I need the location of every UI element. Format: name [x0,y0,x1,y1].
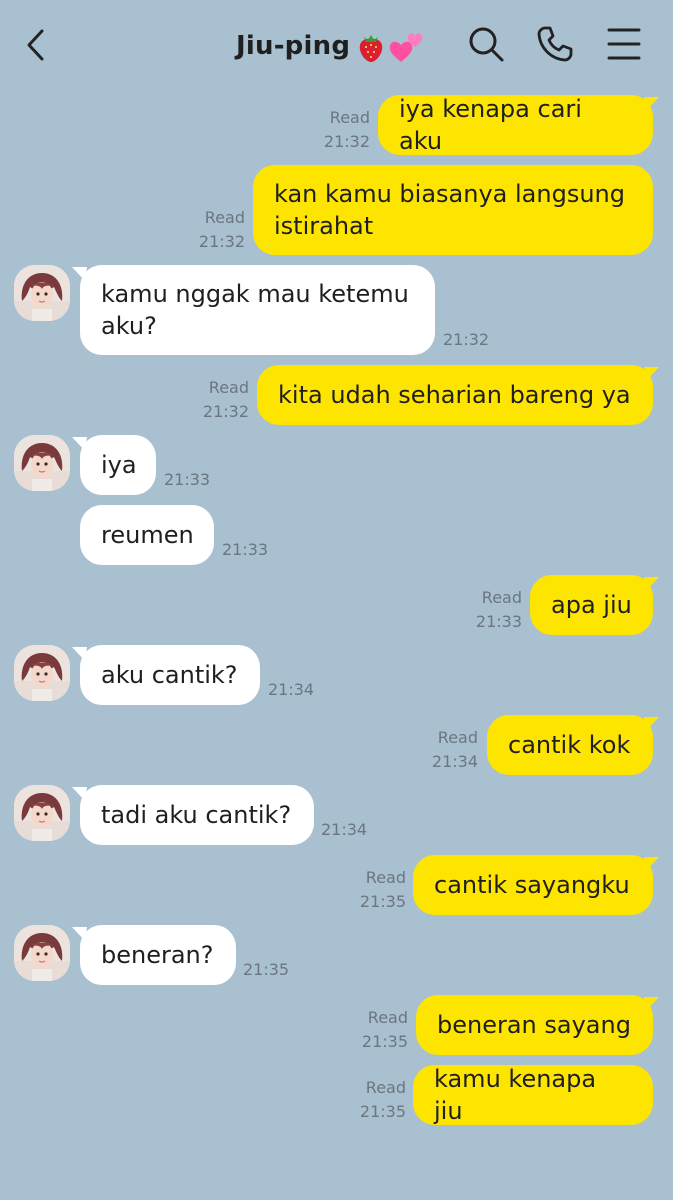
message-time: 21:33 [164,470,211,489]
search-icon[interactable] [466,24,506,64]
their-message-bubble[interactable]: reumen [80,505,214,565]
message-meta: Read 21:35 [360,866,406,914]
menu-icon[interactable] [604,24,644,64]
read-status: Read [329,108,370,127]
back-chevron-icon[interactable] [22,28,52,62]
my-message-bubble[interactable]: iya kenapa cari aku [378,95,653,155]
read-status: Read [365,868,406,887]
read-status: Read [208,378,249,397]
chat-title-text: Jiu-ping [236,31,351,61]
read-status: Read [437,728,478,747]
bubble-tail [644,577,659,591]
message-text: kamu kenapa jiu [434,1065,597,1125]
message-time: 21:33 [475,612,522,631]
read-status: Read [367,1008,408,1027]
message-text: kamu nggak mau ketemu aku? [101,280,409,340]
message-time: 21:33 [222,540,269,559]
my-message-bubble[interactable]: beneran sayang [416,995,653,1055]
contact-avatar[interactable] [14,785,70,841]
my-message-bubble[interactable]: apa jiu [530,575,653,635]
contact-avatar[interactable] [14,925,70,981]
message-time: 21:35 [361,1032,408,1051]
two-hearts-icon [388,30,426,64]
message-meta: Read 21:32 [199,206,245,254]
their-message-bubble[interactable]: kamu nggak mau ketemu aku? [80,265,435,355]
phone-icon[interactable] [535,24,575,64]
message-time: 21:35 [359,892,406,911]
my-message-bubble[interactable]: kamu kenapa jiu [413,1065,653,1125]
read-status: Read [481,588,522,607]
message-meta: Read 21:35 [362,1006,408,1054]
bubble-tail [644,367,659,381]
message-text: beneran? [101,941,214,969]
message-text: iya [101,451,137,479]
message-text: reumen [101,521,194,549]
contact-avatar[interactable] [14,435,70,491]
message-time: 21:35 [359,1102,406,1121]
message-time: 21:32 [198,232,245,251]
bubble-tail [644,97,659,111]
message-time: 21:32 [443,330,490,349]
message-text: apa jiu [551,591,632,619]
read-status: Read [365,1078,406,1097]
message-meta: Read 21:33 [476,586,522,634]
strawberry-icon [356,31,386,63]
chat-header: Jiu-ping [0,0,673,90]
message-text: cantik kok [508,731,631,759]
contact-avatar[interactable] [14,265,70,321]
contact-avatar[interactable] [14,645,70,701]
message-meta: Read 21:32 [203,376,249,424]
message-time: 21:34 [321,820,368,839]
message-time: 21:35 [243,960,290,979]
their-message-bubble[interactable]: tadi aku cantik? [80,785,314,845]
chat-title[interactable]: Jiu-ping [236,28,426,64]
message-meta: Read 21:35 [360,1076,406,1124]
my-message-bubble[interactable]: cantik kok [487,715,653,775]
message-text: beneran sayang [437,1011,631,1039]
message-time: 21:32 [202,402,249,421]
their-message-bubble[interactable]: aku cantik? [80,645,260,705]
bubble-tail [644,857,659,871]
read-status: Read [204,208,245,227]
their-message-bubble[interactable]: beneran? [80,925,236,985]
message-meta: Read 21:34 [432,726,478,774]
my-message-bubble[interactable]: kita udah seharian bareng ya [257,365,653,425]
my-message-bubble[interactable]: kan kamu biasanya langsung istirahat [253,165,653,255]
message-text: aku cantik? [101,661,238,689]
message-text: iya kenapa cari aku [399,95,582,155]
bubble-tail [644,717,659,731]
message-meta: Read 21:32 [324,106,370,154]
bubble-tail [644,997,659,1011]
message-text: kita udah seharian bareng ya [278,381,631,409]
message-text: kan kamu biasanya langsung istirahat [274,180,625,240]
message-time: 21:34 [431,752,478,771]
message-time: 21:34 [268,680,315,699]
message-text: cantik sayangku [434,871,630,899]
message-time: 21:32 [323,132,370,151]
message-text: tadi aku cantik? [101,801,292,829]
my-message-bubble[interactable]: cantik sayangku [413,855,653,915]
their-message-bubble[interactable]: iya [80,435,156,495]
